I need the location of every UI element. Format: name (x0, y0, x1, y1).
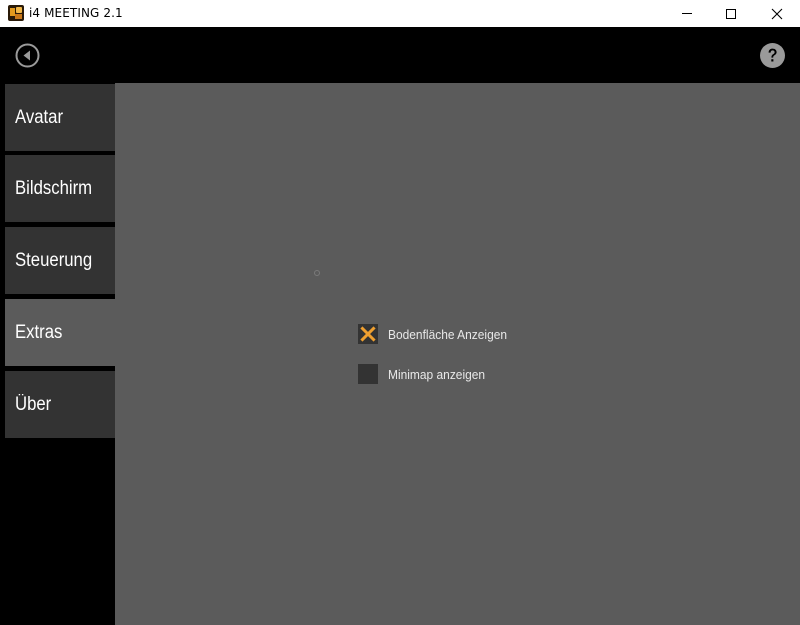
app-toolbar (0, 27, 800, 83)
window-title: i4 MEETING 2.1 (29, 6, 123, 20)
sidebar-item-avatar[interactable]: Avatar (5, 84, 115, 151)
sidebar-item-label: Extras (15, 321, 63, 343)
bodenflaeche-checkbox[interactable] (358, 324, 378, 344)
help-question-icon (760, 43, 785, 68)
sidebar-item-label: Avatar (15, 106, 64, 128)
maximize-button[interactable] (708, 0, 754, 27)
checkbox-label: Minimap anzeigen (388, 366, 486, 382)
option-bodenflaeche[interactable]: Bodenfläche Anzeigen (358, 324, 517, 344)
help-button[interactable] (760, 43, 785, 68)
check-cross-icon (360, 326, 376, 342)
sidebar-item-bildschirm[interactable]: Bildschirm (5, 155, 115, 222)
loading-indicator-icon (314, 270, 320, 276)
sidebar-item-ueber[interactable]: Über (5, 371, 115, 438)
sidebar-item-label: Über (15, 393, 52, 415)
minimap-checkbox[interactable] (358, 364, 378, 384)
minimize-button[interactable] (664, 0, 710, 27)
close-icon (771, 8, 783, 19)
sidebar-item-label: Bildschirm (15, 177, 93, 199)
sidebar-item-extras[interactable]: Extras (5, 299, 115, 366)
back-arrow-circle-icon (15, 43, 40, 68)
maximize-icon (726, 8, 736, 19)
sidebar-item-steuerung[interactable]: Steuerung (5, 227, 115, 294)
minimize-icon (682, 13, 692, 14)
checkbox-label: Bodenfläche Anzeigen (388, 326, 508, 342)
app-logo-icon (8, 5, 24, 21)
option-minimap[interactable]: Minimap anzeigen (358, 364, 494, 384)
sidebar-item-label: Steuerung (15, 249, 93, 271)
extras-panel: Bodenfläche Anzeigen Minimap anzeigen (115, 83, 800, 625)
close-button[interactable] (754, 0, 800, 27)
settings-sidebar: Avatar Bildschirm Steuerung Extras Über (0, 83, 115, 625)
back-button[interactable] (15, 43, 40, 68)
window-titlebar: i4 MEETING 2.1 (0, 0, 800, 27)
